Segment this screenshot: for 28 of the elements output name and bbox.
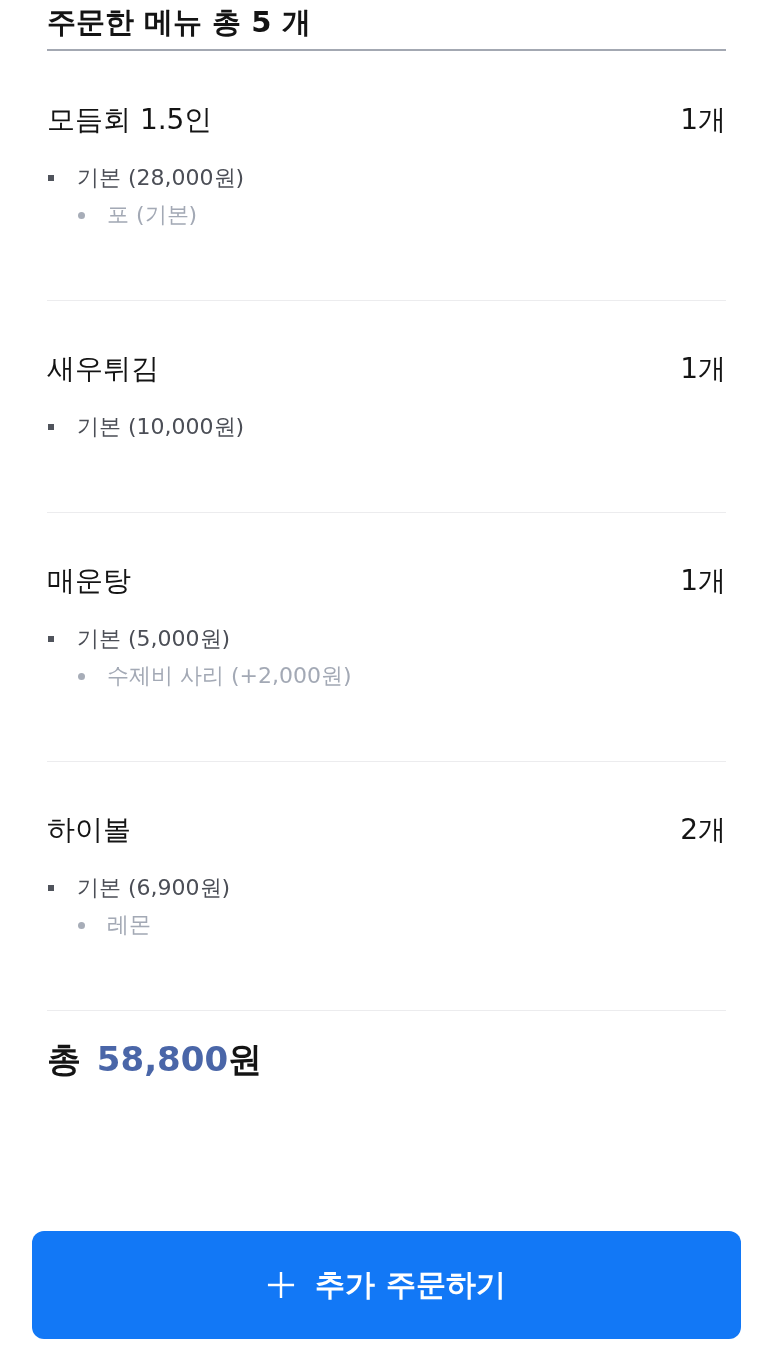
dot-bullet-icon <box>78 211 85 219</box>
menu-item-quantity: 2개 <box>680 812 726 848</box>
sub-option-label: 포 (기본) <box>107 201 198 229</box>
total-label: 총 <box>47 1039 81 1079</box>
option-label: 기본 (10,000원) <box>77 413 245 441</box>
menu-item-quantity: 1개 <box>680 102 726 138</box>
dot-bullet-icon <box>78 672 85 680</box>
menu-item-name: 새우튀김 <box>47 351 159 387</box>
menu-item-quantity: 1개 <box>680 563 726 599</box>
total-unit: 원 <box>228 1039 263 1079</box>
order-summary-title: 주문한 메뉴 총 5 개 <box>47 0 726 51</box>
option-label: 기본 (6,900원) <box>77 874 231 902</box>
menu-item-name: 매운탕 <box>47 563 131 599</box>
square-bullet-icon <box>48 424 54 430</box>
menu-item-name: 하이볼 <box>47 812 131 848</box>
plus-icon <box>267 1271 296 1299</box>
sub-option-label: 레몬 <box>107 911 151 939</box>
option-label: 기본 (28,000원) <box>77 164 245 192</box>
menu-item-quantity: 1개 <box>680 351 726 387</box>
menu-item-name: 모듬회 1.5인 <box>47 102 213 138</box>
total-amount: 58,800 <box>96 1039 229 1079</box>
add-order-button[interactable]: 추가 주문하기 <box>32 1231 741 1339</box>
square-bullet-icon <box>48 636 54 642</box>
dot-bullet-icon <box>78 921 85 929</box>
square-bullet-icon <box>48 175 54 181</box>
square-bullet-icon <box>48 885 54 891</box>
sub-option-label: 수제비 사리 (+2,000원) <box>107 662 352 690</box>
option-label: 기본 (5,000원) <box>77 625 231 653</box>
